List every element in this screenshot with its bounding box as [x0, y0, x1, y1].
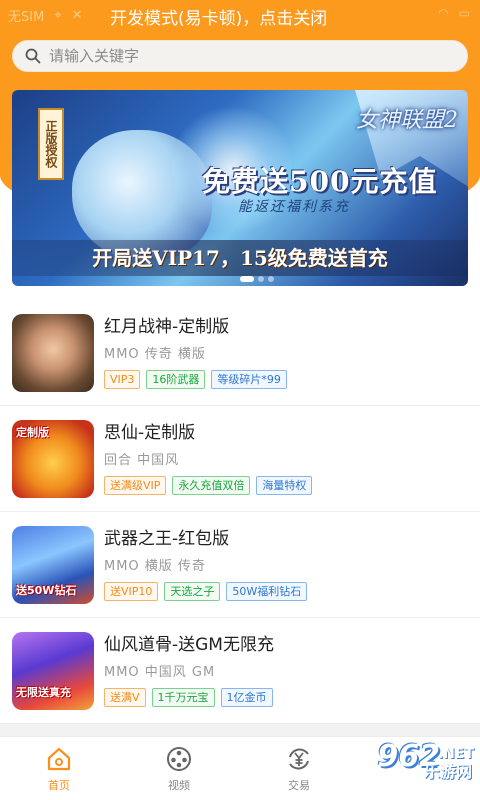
- thumb-label: 无限送真充: [16, 686, 71, 699]
- banner-game-logo: 女神联盟2: [356, 108, 458, 133]
- game-tags: 送满V 1千万元宝 1亿金币: [104, 688, 273, 707]
- game-genre: MMO 横版 传奇: [104, 559, 206, 574]
- game-title: 武器之王-红包版: [104, 529, 230, 549]
- game-genre: MMO 传奇 横版: [104, 347, 206, 362]
- yuan-exchange-icon: [289, 748, 309, 770]
- nav-video-label: 视频: [168, 779, 190, 792]
- game-list: 红月战神-定制版 MMO 传奇 横版 VIP3 16阶武器 等级碎片*99 定制…: [0, 300, 480, 724]
- game-genre: MMO 中国风 GM: [104, 665, 216, 680]
- nav-home[interactable]: 首页: [24, 745, 94, 793]
- thumb-label: 送50W钻石: [16, 584, 77, 597]
- home-icon: [47, 747, 71, 771]
- game-tags: 送满级VIP 永久充值双倍 海量特权: [104, 476, 313, 495]
- search-bar[interactable]: [12, 40, 468, 72]
- tag: 海量特权: [256, 476, 313, 495]
- dev-mode-notice[interactable]: 开发模式(易卡顿)，点击关闭: [110, 4, 327, 29]
- game-title: 思仙-定制版: [104, 423, 196, 443]
- pagination-dot[interactable]: [268, 276, 274, 282]
- banner-strip: 开局送VIP17，15级免费送首充: [12, 240, 468, 276]
- thumb-label: 定制版: [16, 426, 49, 439]
- list-item[interactable]: 送50W钻石 武器之王-红包版 MMO 横版 传奇 送VIP10 天选之子 50…: [0, 512, 480, 618]
- tag: VIP3: [104, 370, 141, 389]
- tag: 送VIP10: [104, 582, 159, 601]
- list-item[interactable]: 无限送真充 仙风道骨-送GM无限充 MMO 中国风 GM 送满V 1千万元宝 1…: [0, 618, 480, 724]
- pagination-dot[interactable]: [258, 276, 264, 282]
- list-item[interactable]: 红月战神-定制版 MMO 传奇 横版 VIP3 16阶武器 等级碎片*99: [0, 300, 480, 406]
- header-area: 无SIM ⌖ ✕ 开发模式(易卡顿)，点击关闭 ◠ ▭ 正版授权 女神联盟2 免…: [0, 0, 480, 300]
- film-reel-icon: [167, 747, 191, 771]
- site-watermark: 962 .NET 乐游网: [340, 736, 480, 800]
- game-tags: 送VIP10 天选之子 50W福利钻石: [104, 582, 308, 601]
- game-thumbnail[interactable]: [12, 314, 94, 392]
- tag: 16阶武器: [146, 370, 206, 389]
- nav-home-label: 首页: [48, 779, 70, 792]
- list-item[interactable]: 定制版 思仙-定制版 回合 中国风 送满级VIP 永久充值双倍 海量特权: [0, 406, 480, 512]
- watermark-site-name: 乐游网: [423, 762, 472, 781]
- game-tags: VIP3 16阶武器 等级碎片*99: [104, 370, 287, 389]
- battery-icon: ▭: [458, 6, 470, 20]
- close-small-icon: ✕: [71, 7, 83, 23]
- promo-banner[interactable]: 正版授权 女神联盟2 免费送500元充值 能返还福利系充 开局送VIP17，15…: [12, 90, 468, 286]
- location-icon: ⌖: [54, 7, 62, 23]
- sim-status: 无SIM: [8, 9, 45, 25]
- wifi-icon: ◠: [438, 6, 449, 20]
- status-icons: ◠ ▭: [438, 6, 470, 20]
- tag: 50W福利钻石: [226, 582, 308, 601]
- tag: 送满V: [104, 688, 146, 707]
- game-thumbnail[interactable]: 定制版: [12, 420, 94, 498]
- banner-seal: 正版授权: [38, 108, 64, 180]
- game-thumbnail[interactable]: 无限送真充: [12, 632, 94, 710]
- tag: 1亿金币: [220, 688, 273, 707]
- game-title: 红月战神-定制版: [104, 317, 230, 337]
- pagination-dot[interactable]: [240, 276, 254, 282]
- game-title: 仙风道骨-送GM无限充: [104, 635, 274, 655]
- tag: 1千万元宝: [151, 688, 215, 707]
- tag: 等级碎片*99: [211, 370, 287, 389]
- banner-headline: 免费送500元充值: [202, 165, 438, 198]
- game-genre: 回合 中国风: [104, 453, 180, 468]
- status-bar: 无SIM ⌖ ✕ 开发模式(易卡顿)，点击关闭 ◠ ▭: [0, 0, 480, 30]
- search-icon: [25, 48, 41, 64]
- nav-trade-label: 交易: [288, 779, 310, 792]
- nav-video[interactable]: 视频: [144, 745, 214, 793]
- bottom-nav: 首页 视频 交易 962 .NET 乐游网: [0, 736, 480, 800]
- banner-pagination[interactable]: [240, 276, 274, 282]
- tag: 送满级VIP: [104, 476, 167, 495]
- game-thumbnail[interactable]: 送50W钻石: [12, 526, 94, 604]
- tag: 天选之子: [164, 582, 221, 601]
- nav-trade[interactable]: 交易: [264, 745, 334, 793]
- search-input[interactable]: [49, 47, 429, 65]
- banner-subline: 能返还福利系充: [238, 199, 350, 215]
- tag: 永久充值双倍: [172, 476, 251, 495]
